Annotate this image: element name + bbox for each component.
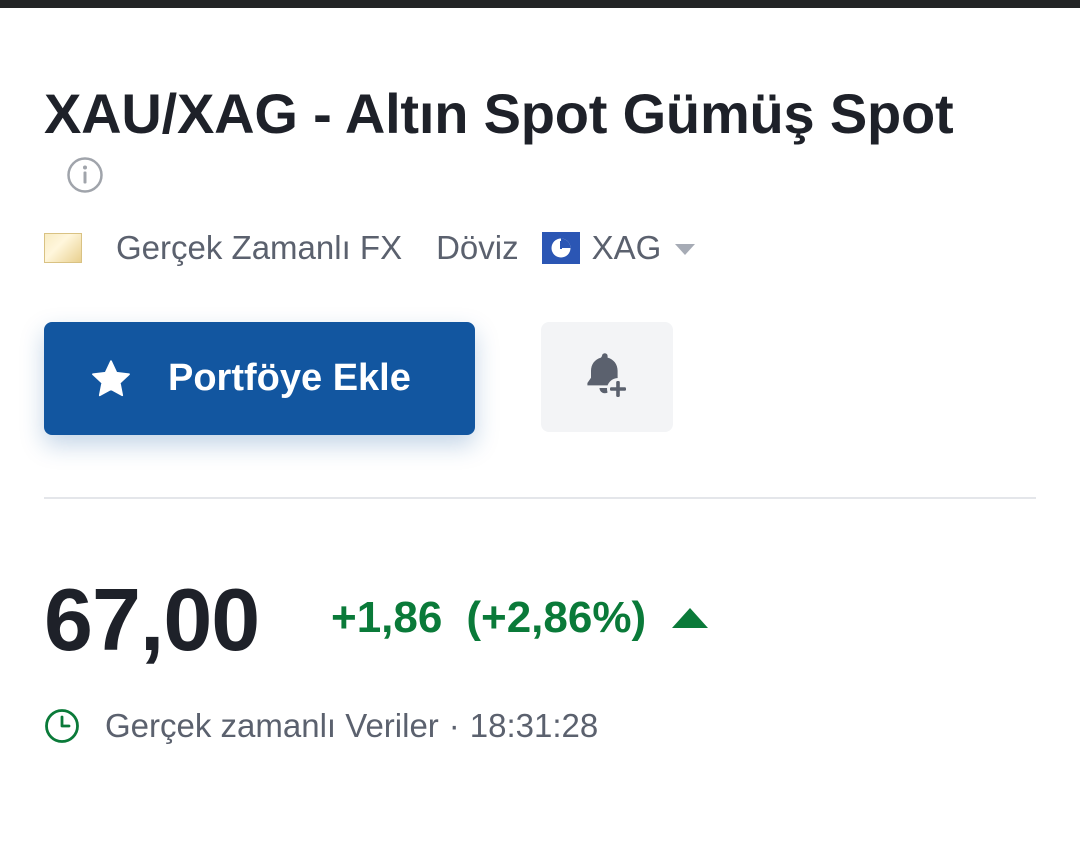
star-icon [92,359,130,396]
add-to-portfolio-label: Portföye Ekle [168,357,411,399]
silver-flag-icon [541,232,580,264]
top-bar [0,0,1080,8]
separator: · [448,707,460,744]
realtime-status: Gerçek zamanlı Veriler · 18:31:28 [44,704,598,748]
bell-plus-icon [587,353,629,400]
last-update-time: 18:31:28 [469,707,599,744]
change-value: +1,86 [331,593,443,642]
clock-icon [45,709,79,743]
divider [44,497,1036,499]
change-percent: (+2,86%) [466,593,647,642]
arrow-up-icon [672,608,709,628]
add-to-portfolio-button[interactable]: Portföye Ekle [44,322,475,435]
price-change: +1,86 (+2,86%) [331,590,709,646]
realtime-label: Gerçek zamanlı Veriler [105,707,439,744]
page-title: XAU/XAG - Altın Spot Gümüş Spot [44,82,954,145]
create-alert-button[interactable] [541,322,673,432]
last-price: 67,00 [44,570,260,669]
instrument-meta: Gerçek Zamanlı FX Döviz XAG [44,225,696,271]
caret-down-icon[interactable] [675,243,696,255]
info-icon[interactable] [66,156,104,194]
gold-flag-icon [44,233,82,263]
currency-selector[interactable]: XAG [592,229,662,267]
category-label: Döviz [436,229,519,266]
exchange-label: Gerçek Zamanlı FX [116,229,403,266]
